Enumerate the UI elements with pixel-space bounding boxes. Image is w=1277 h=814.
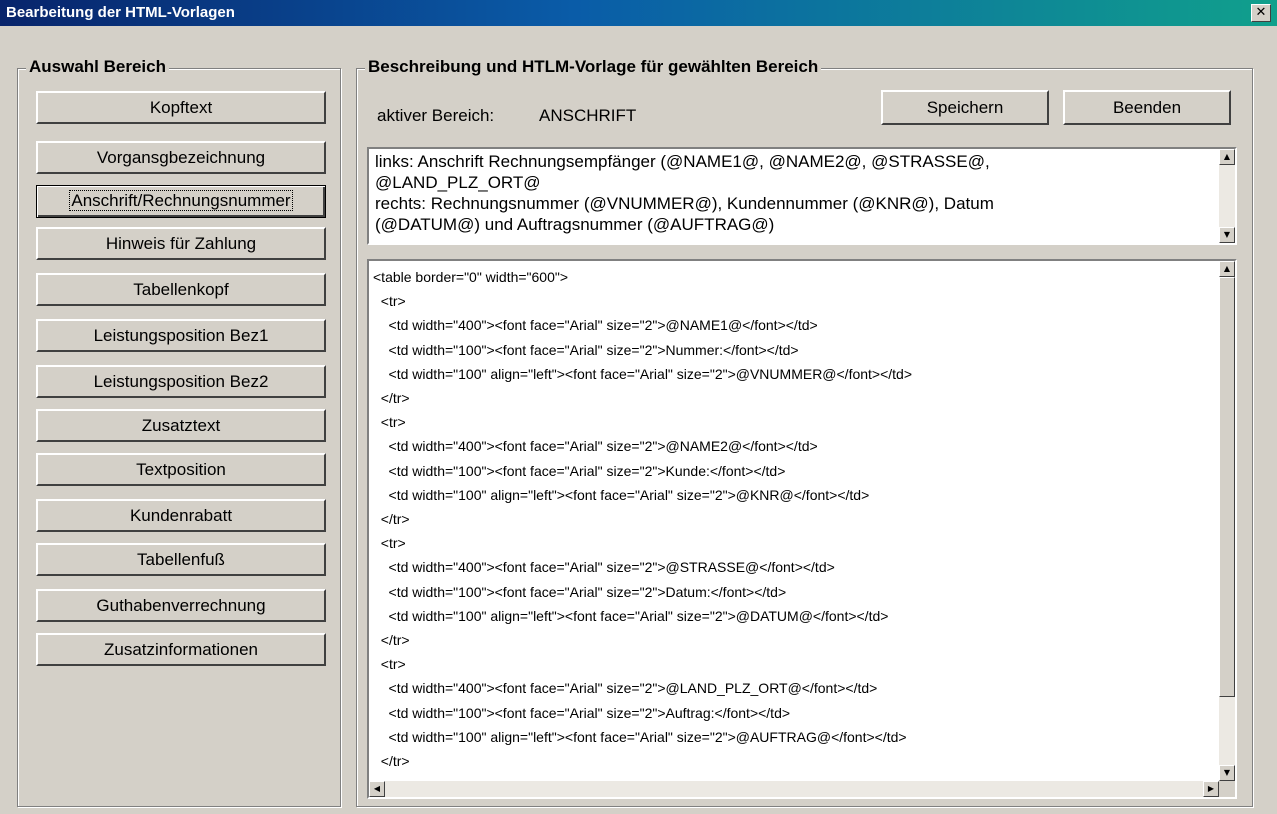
area-button-textposition[interactable]: Textposition bbox=[36, 453, 326, 486]
dialog-window: Bearbeitung der HTML-Vorlagen ✕ Auswahl … bbox=[0, 0, 1277, 814]
area-button-kopftext[interactable]: Kopftext bbox=[36, 91, 326, 124]
active-area-value: ANSCHRIFT bbox=[539, 106, 637, 125]
description-text: links: Anschrift Rechnungsempfänger (@NA… bbox=[375, 152, 994, 234]
area-button-vorgangsbezeichnung[interactable]: Vorgansgbezeichnung bbox=[36, 141, 326, 174]
template-code: <table border="0" width="600"> <tr> <td … bbox=[373, 269, 913, 770]
template-legend: Beschreibung und HTLM-Vorlage für gewähl… bbox=[365, 57, 822, 77]
close-button[interactable]: Beenden bbox=[1063, 90, 1231, 125]
area-button-zusatzinformationen[interactable]: Zusatzinformationen bbox=[36, 633, 326, 666]
scroll-left-icon[interactable]: ◀ bbox=[369, 781, 385, 797]
area-selection-legend: Auswahl Bereich bbox=[26, 57, 169, 77]
template-vertical-scrollbar[interactable]: ▲ ▼ bbox=[1219, 261, 1235, 781]
area-button-tabellenkopf[interactable]: Tabellenkopf bbox=[36, 273, 326, 306]
size-grip bbox=[1219, 781, 1235, 797]
area-button-guthabenverrechnung[interactable]: Guthabenverrechnung bbox=[36, 589, 326, 622]
area-button-hinweis-zahlung[interactable]: Hinweis für Zahlung bbox=[36, 227, 326, 260]
template-group: Beschreibung und HTLM-Vorlage für gewähl… bbox=[356, 57, 1253, 807]
area-button-leistungsposition-bez2[interactable]: Leistungsposition Bez2 bbox=[36, 365, 326, 398]
scroll-right-icon[interactable]: ▶ bbox=[1203, 781, 1219, 797]
area-button-zusatztext[interactable]: Zusatztext bbox=[36, 409, 326, 442]
area-button-anschrift[interactable]: Anschrift/Rechnungsnummer bbox=[36, 185, 326, 218]
area-selection-group: Auswahl Bereich Kopftext Vorgansgbezeich… bbox=[17, 57, 341, 807]
description-vertical-scrollbar[interactable]: ▲ ▼ bbox=[1219, 149, 1235, 243]
template-editor[interactable]: <table border="0" width="600"> <tr> <td … bbox=[367, 259, 1237, 799]
area-button-kundenrabatt[interactable]: Kundenrabatt bbox=[36, 499, 326, 532]
window-title: Bearbeitung der HTML-Vorlagen bbox=[6, 4, 235, 21]
area-button-tabellenfuss[interactable]: Tabellenfuß bbox=[36, 543, 326, 576]
area-button-leistungsposition-bez1[interactable]: Leistungsposition Bez1 bbox=[36, 319, 326, 352]
scroll-down-icon[interactable]: ▼ bbox=[1219, 227, 1235, 243]
save-button[interactable]: Speichern bbox=[881, 90, 1049, 125]
close-icon[interactable]: ✕ bbox=[1251, 4, 1271, 22]
scroll-down-icon[interactable]: ▼ bbox=[1219, 765, 1235, 781]
scroll-up-icon[interactable]: ▲ bbox=[1219, 149, 1235, 165]
title-bar[interactable]: Bearbeitung der HTML-Vorlagen ✕ bbox=[0, 0, 1277, 26]
vertical-scroll-thumb[interactable] bbox=[1219, 277, 1235, 697]
scroll-up-icon[interactable]: ▲ bbox=[1219, 261, 1235, 277]
active-area-label: aktiver Bereich: bbox=[377, 106, 495, 125]
template-horizontal-scrollbar[interactable]: ◀ ▶ bbox=[369, 781, 1219, 797]
description-textbox[interactable]: links: Anschrift Rechnungsempfänger (@NA… bbox=[367, 147, 1237, 245]
